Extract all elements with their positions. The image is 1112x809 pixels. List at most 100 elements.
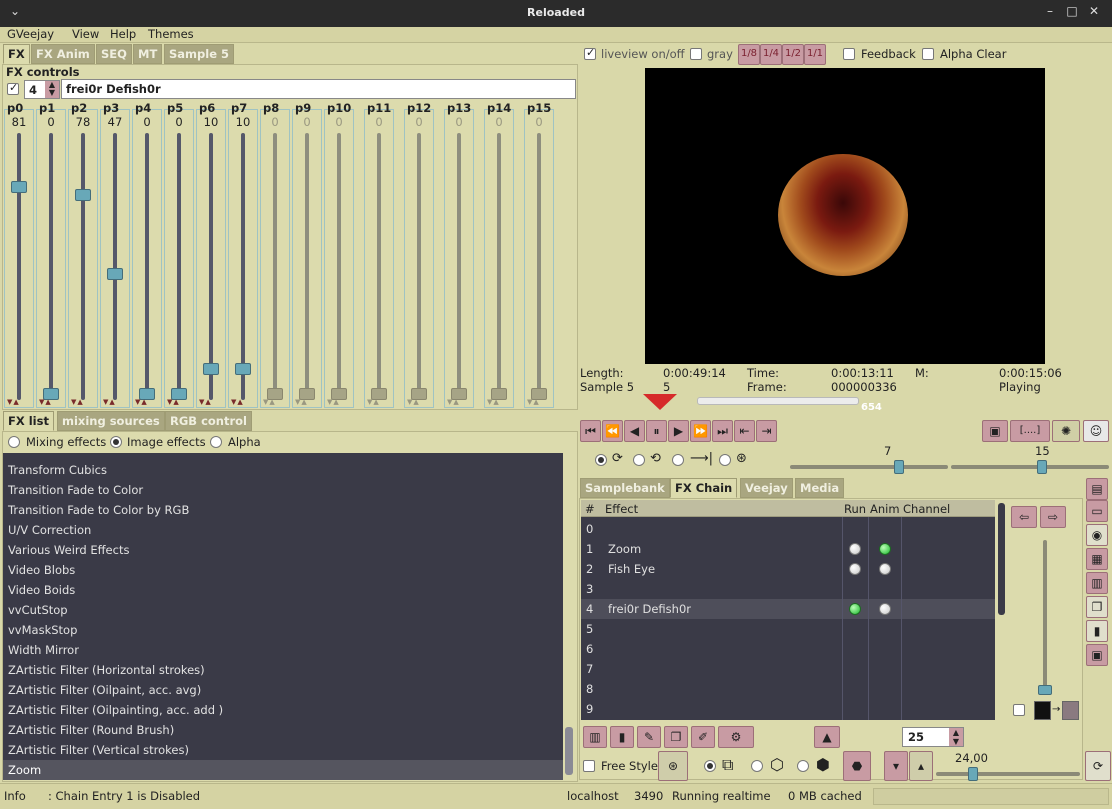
chain-row[interactable]: 0 <box>581 519 995 539</box>
chain-opacity-slider[interactable] <box>1043 540 1047 692</box>
chain-row[interactable]: 3 <box>581 579 995 599</box>
box-open-icon[interactable]: ▤ <box>1086 478 1108 500</box>
alpha-radio[interactable] <box>210 436 222 448</box>
param-handle[interactable] <box>75 189 91 201</box>
step-arrows-icon[interactable]: ▼▲ <box>407 398 420 406</box>
paste-icon[interactable]: ✎ <box>637 726 661 748</box>
param-track[interactable] <box>305 133 309 400</box>
effect-name-field[interactable]: frei0r Defish0r <box>61 79 576 99</box>
tab-veejay[interactable]: Veejay <box>740 478 793 498</box>
liveview-checkbox[interactable] <box>584 46 596 60</box>
param-track[interactable] <box>177 133 181 400</box>
fx-list[interactable]: Transform Cubics Transition Fade to Color… <box>3 453 563 780</box>
spin-arrows-icon[interactable]: ▲ ▼ <box>949 728 963 746</box>
screen-icon[interactable]: ▣ <box>982 420 1008 442</box>
step-arrows-icon[interactable]: ▼▲ <box>199 398 212 406</box>
slow-slider[interactable] <box>951 460 1109 474</box>
down-icon[interactable]: ▾ <box>884 751 908 781</box>
loop-radio[interactable] <box>633 454 645 466</box>
param-handle[interactable] <box>107 268 123 280</box>
fx-list-item[interactable]: ZArtistic Filter (Vertical strokes) <box>3 740 563 760</box>
spin-arrows-icon[interactable]: ▲ ▼ <box>45 81 59 98</box>
param-track[interactable] <box>17 133 21 400</box>
fx-list-item[interactable]: ZArtistic Filter (Round Brush) <box>3 720 563 740</box>
fx-list-item[interactable]: ZArtistic Filter (Oilpainting, acc. add … <box>3 700 563 720</box>
tab-rgb-control[interactable]: RGB control <box>165 411 252 431</box>
tab-fx[interactable]: FX <box>3 44 30 64</box>
chain-scrollbar[interactable] <box>998 503 1005 615</box>
param-track[interactable] <box>537 133 541 400</box>
refresh-icon[interactable]: ⟳ <box>1085 751 1111 781</box>
goto-start-icon[interactable]: ⏮ <box>580 420 601 442</box>
step-arrows-icon[interactable]: ▼▲ <box>327 398 340 406</box>
step-arrows-icon[interactable]: ▼▲ <box>39 398 52 406</box>
step-arrows-icon[interactable]: ▼▲ <box>135 398 148 406</box>
up-icon[interactable]: ▴ <box>909 751 933 781</box>
chain-row[interactable]: 7 <box>581 659 995 679</box>
tab-sample[interactable]: Sample 5 <box>164 44 235 64</box>
fx-list-item[interactable]: vvMaskStop <box>3 620 563 640</box>
param-track[interactable] <box>377 133 381 400</box>
param-slider-p12[interactable]: p12 0 ▼▲ <box>404 101 434 408</box>
run-toggle-icon[interactable] <box>849 563 861 575</box>
fx-list-item[interactable]: Transition Fade to Color <box>3 480 563 500</box>
sequence-icon[interactable]: [....] <box>1010 420 1050 442</box>
fast-rewind-icon[interactable]: ⏪ <box>602 420 623 442</box>
param-track[interactable] <box>113 133 117 400</box>
fx-list-item[interactable]: ZArtistic Filter (Horizontal strokes) <box>3 660 563 680</box>
opacity-slider-handle[interactable] <box>968 767 978 781</box>
play-reverse-icon[interactable]: ◀ <box>624 420 645 442</box>
boxes-stack-icon[interactable]: ▥ <box>1086 572 1108 594</box>
fx-list-item[interactable]: Transition Fade to Color by RGB <box>3 500 563 520</box>
chain-row[interactable]: 9 <box>581 699 995 719</box>
step-arrows-icon[interactable]: ▼▲ <box>103 398 116 406</box>
anim-toggle-icon[interactable] <box>879 603 891 615</box>
image-effects-radio[interactable] <box>110 436 122 448</box>
param-handle[interactable] <box>235 363 251 375</box>
col-effect[interactable]: Effect <box>605 502 638 516</box>
fast-forward-icon[interactable]: ⏩ <box>690 420 711 442</box>
param-slider-p1[interactable]: p1 0 ▼▲ <box>36 101 66 408</box>
param-track[interactable] <box>417 133 421 400</box>
timeline-position-marker[interactable] <box>643 394 677 410</box>
fx-list-item[interactable]: Various Weird Effects <box>3 540 563 560</box>
param-slider-p2[interactable]: p2 78 ▼▲ <box>68 101 98 408</box>
color-black-swatch[interactable] <box>1034 701 1051 720</box>
alpha-clear-checkbox[interactable] <box>922 48 934 60</box>
param-track[interactable] <box>49 133 53 400</box>
record-icon[interactable]: ⊛ <box>658 751 688 781</box>
timeline-bar[interactable] <box>697 397 859 405</box>
menu-view[interactable]: View <box>72 27 99 41</box>
step-arrows-icon[interactable]: ▼▲ <box>263 398 276 406</box>
tab-fx-chain[interactable]: FX Chain <box>670 478 738 498</box>
pingpong-radio[interactable] <box>672 454 684 466</box>
run-toggle-icon[interactable] <box>849 603 861 615</box>
param-track[interactable] <box>241 133 245 400</box>
param-track[interactable] <box>81 133 85 400</box>
tab-fx-list[interactable]: FX list <box>3 411 54 431</box>
fx-enable-checkbox[interactable] <box>7 81 19 95</box>
trash-icon[interactable]: ▮ <box>610 726 634 748</box>
chain-opacity-handle[interactable] <box>1038 685 1052 695</box>
copy-entry-icon[interactable]: ❐ <box>664 726 688 748</box>
col-number[interactable]: # <box>585 502 595 516</box>
live-preview[interactable] <box>645 68 1045 364</box>
free-style-checkbox[interactable] <box>583 760 595 772</box>
play-icon[interactable]: ▶ <box>668 420 689 442</box>
mode-2-radio[interactable] <box>751 760 763 772</box>
param-track[interactable] <box>497 133 501 400</box>
chain-row[interactable]: 4 frei0r Defish0r <box>581 599 995 619</box>
pause-icon[interactable]: ⏸ <box>646 420 667 442</box>
maximize-button[interactable]: □ <box>1063 4 1081 22</box>
param-slider-p13[interactable]: p13 0 ▼▲ <box>444 101 474 408</box>
col-run[interactable]: Run <box>844 502 866 516</box>
param-track[interactable] <box>457 133 461 400</box>
gray-checkbox[interactable] <box>690 48 702 60</box>
menu-gveejay[interactable]: GVeejay <box>7 27 54 41</box>
fx-list-item[interactable]: Video Blobs <box>3 560 563 580</box>
param-track[interactable] <box>145 133 149 400</box>
param-slider-p15[interactable]: p15 0 ▼▲ <box>524 101 554 408</box>
menu-help[interactable]: Help <box>110 27 136 41</box>
random-radio[interactable] <box>719 454 731 466</box>
mixing-effects-radio[interactable] <box>8 436 20 448</box>
